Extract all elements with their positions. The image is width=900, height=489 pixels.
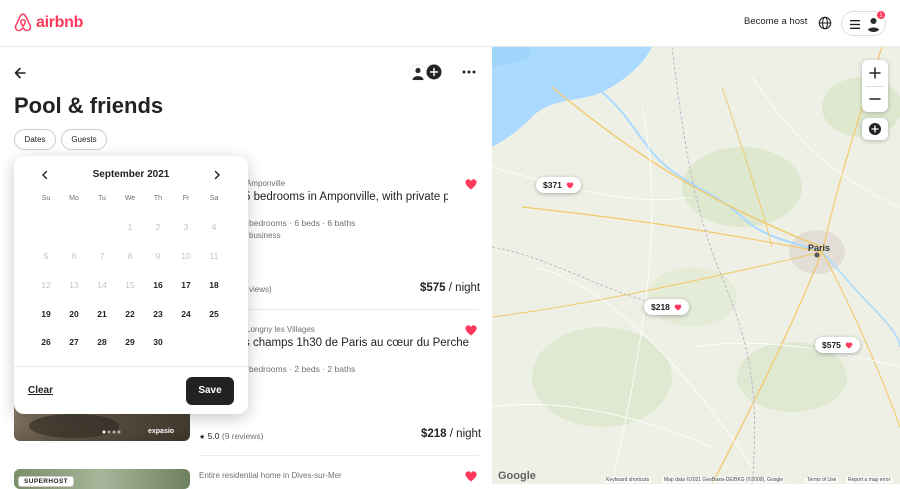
listing-rating: views) [249,285,272,294]
calendar-day[interactable]: 26 [32,328,60,356]
location-plus-icon [869,123,881,135]
weekday-label: Sa [209,195,219,202]
weekday-label: We [124,195,136,202]
weekday-label: Mo [69,195,79,202]
calendar-day[interactable]: 23 [144,300,172,328]
calendar-day[interactable]: 16 [144,271,172,299]
weekday-label: Fr [182,195,190,202]
calendar-day[interactable]: 19 [32,300,60,328]
header: airbnb Become a host 1 [0,0,900,47]
calendar-day[interactable]: 18 [200,271,228,299]
calendar-day: 7 [99,251,105,261]
chevron-right-icon[interactable] [213,170,221,180]
wishlist-title: Pool & friends [14,93,164,118]
superhost-badge: SUPERHOST [18,476,75,487]
calendar-day: 8 [127,251,133,261]
calendar-day: 3 [183,222,189,232]
listing-location: Entire residential home in Dives-sur-Mer [199,471,342,480]
date-picker-popup: September 2021 Su Mo Tu We Th Fr Sa 1234567891… [14,156,248,414]
calendar-day[interactable]: 30 [144,328,172,356]
map-price-pin[interactable]: $371 [536,177,581,193]
map-price-pin[interactable]: $575 [815,337,860,353]
back-arrow-icon[interactable] [13,66,27,80]
map-price-pin[interactable]: $218 [644,299,689,315]
calendar-day[interactable]: 17 [172,271,200,299]
dates-filter-button[interactable]: Dates [14,129,56,150]
calendar-day[interactable]: 21 [88,300,116,328]
become-host-link[interactable]: Become a host [744,16,807,27]
listing-price: $575 / night [420,282,481,294]
terms-of-use-link[interactable]: Terms of Use [805,477,839,483]
listing-price: $218 / night [421,428,482,440]
listing-location: Longny les Villages [246,325,315,334]
google-logo: Google [498,470,536,482]
calendar-day: 10 [181,251,191,261]
listing-rating: ★ 5.0 (9 reviews) [199,431,264,441]
calendar-day: 12 [41,280,51,290]
calendar-day: 5 [43,251,49,261]
calendar-day: 1 [127,222,133,232]
notification-badge: 1 [876,10,886,20]
clear-dates-button[interactable]: Clear [28,385,53,396]
listing-title[interactable]: 5 bedrooms in Amponville, with private p [244,191,448,203]
saved-heart-icon[interactable] [464,324,478,337]
photo-watermark: expasio [148,428,175,435]
profile-menu-button[interactable]: 1 [841,10,886,36]
saved-heart-icon[interactable] [464,470,478,483]
heart-icon [845,341,853,349]
calendar-day[interactable]: 20 [60,300,88,328]
zoom-out-icon[interactable] [869,93,881,105]
star-icon: ★ [199,434,206,441]
zoom-in-icon[interactable] [869,67,881,79]
weekday-label: Su [41,195,51,202]
calendar-day: 13 [69,280,79,290]
weekday-label: Th [153,195,163,202]
listing-extra: business [249,231,281,240]
calendar-day[interactable]: 24 [172,300,200,328]
map-background [492,47,900,484]
listing-title[interactable]: s champs 1h30 de Paris au cœur du Perche [244,337,469,349]
airbnb-logo-text: airbnb [36,13,84,31]
calendar-day: 9 [155,251,161,261]
map-data-attribution: Map data ©2021 GeoBasis-DE/BKG (©2009), … [662,477,786,483]
calendar-divider [14,366,248,367]
weekday-label: Tu [98,195,106,202]
calendar-day[interactable]: 27 [60,328,88,356]
hamburger-menu-icon [850,20,860,29]
listing-details: bedrooms · 6 beds · 6 baths [249,218,356,228]
calendar-day: 14 [97,280,107,290]
saved-heart-icon[interactable] [464,178,478,191]
listing-details: bedrooms · 2 beds · 2 baths [249,364,356,374]
collaborators-avatars[interactable] [409,64,445,82]
calendar-day: 15 [125,280,135,290]
globe-icon[interactable] [818,16,832,30]
map[interactable]: Paris $371 $218 $575 Google Keyboard sho… [492,47,900,484]
heart-icon [674,303,682,311]
airbnb-logo-icon [14,13,32,32]
divider [199,455,479,456]
calendar-day[interactable]: 29 [116,328,144,356]
save-dates-button[interactable]: Save [186,377,234,405]
keyboard-shortcuts-link[interactable]: Keyboard shortcuts [604,477,652,483]
calendar-day[interactable]: 25 [200,300,228,328]
more-options-icon[interactable] [462,70,476,74]
calendar-day: 11 [209,251,219,261]
calendar-day: 4 [211,222,217,232]
listing-location: Amponville [246,179,286,188]
map-city-label: Paris [808,243,831,253]
calendar-day: 2 [155,222,161,232]
current-location-button[interactable] [862,118,888,140]
report-map-error-link[interactable]: Report a map error [846,477,893,483]
zoom-controls [862,60,888,112]
airbnb-logo[interactable]: airbnb [14,13,83,32]
heart-icon [566,181,574,189]
guests-filter-button[interactable]: Guests [61,129,107,150]
calendar-day: 6 [71,251,77,261]
calendar-day[interactable]: 22 [116,300,144,328]
calendar-day[interactable]: 28 [88,328,116,356]
